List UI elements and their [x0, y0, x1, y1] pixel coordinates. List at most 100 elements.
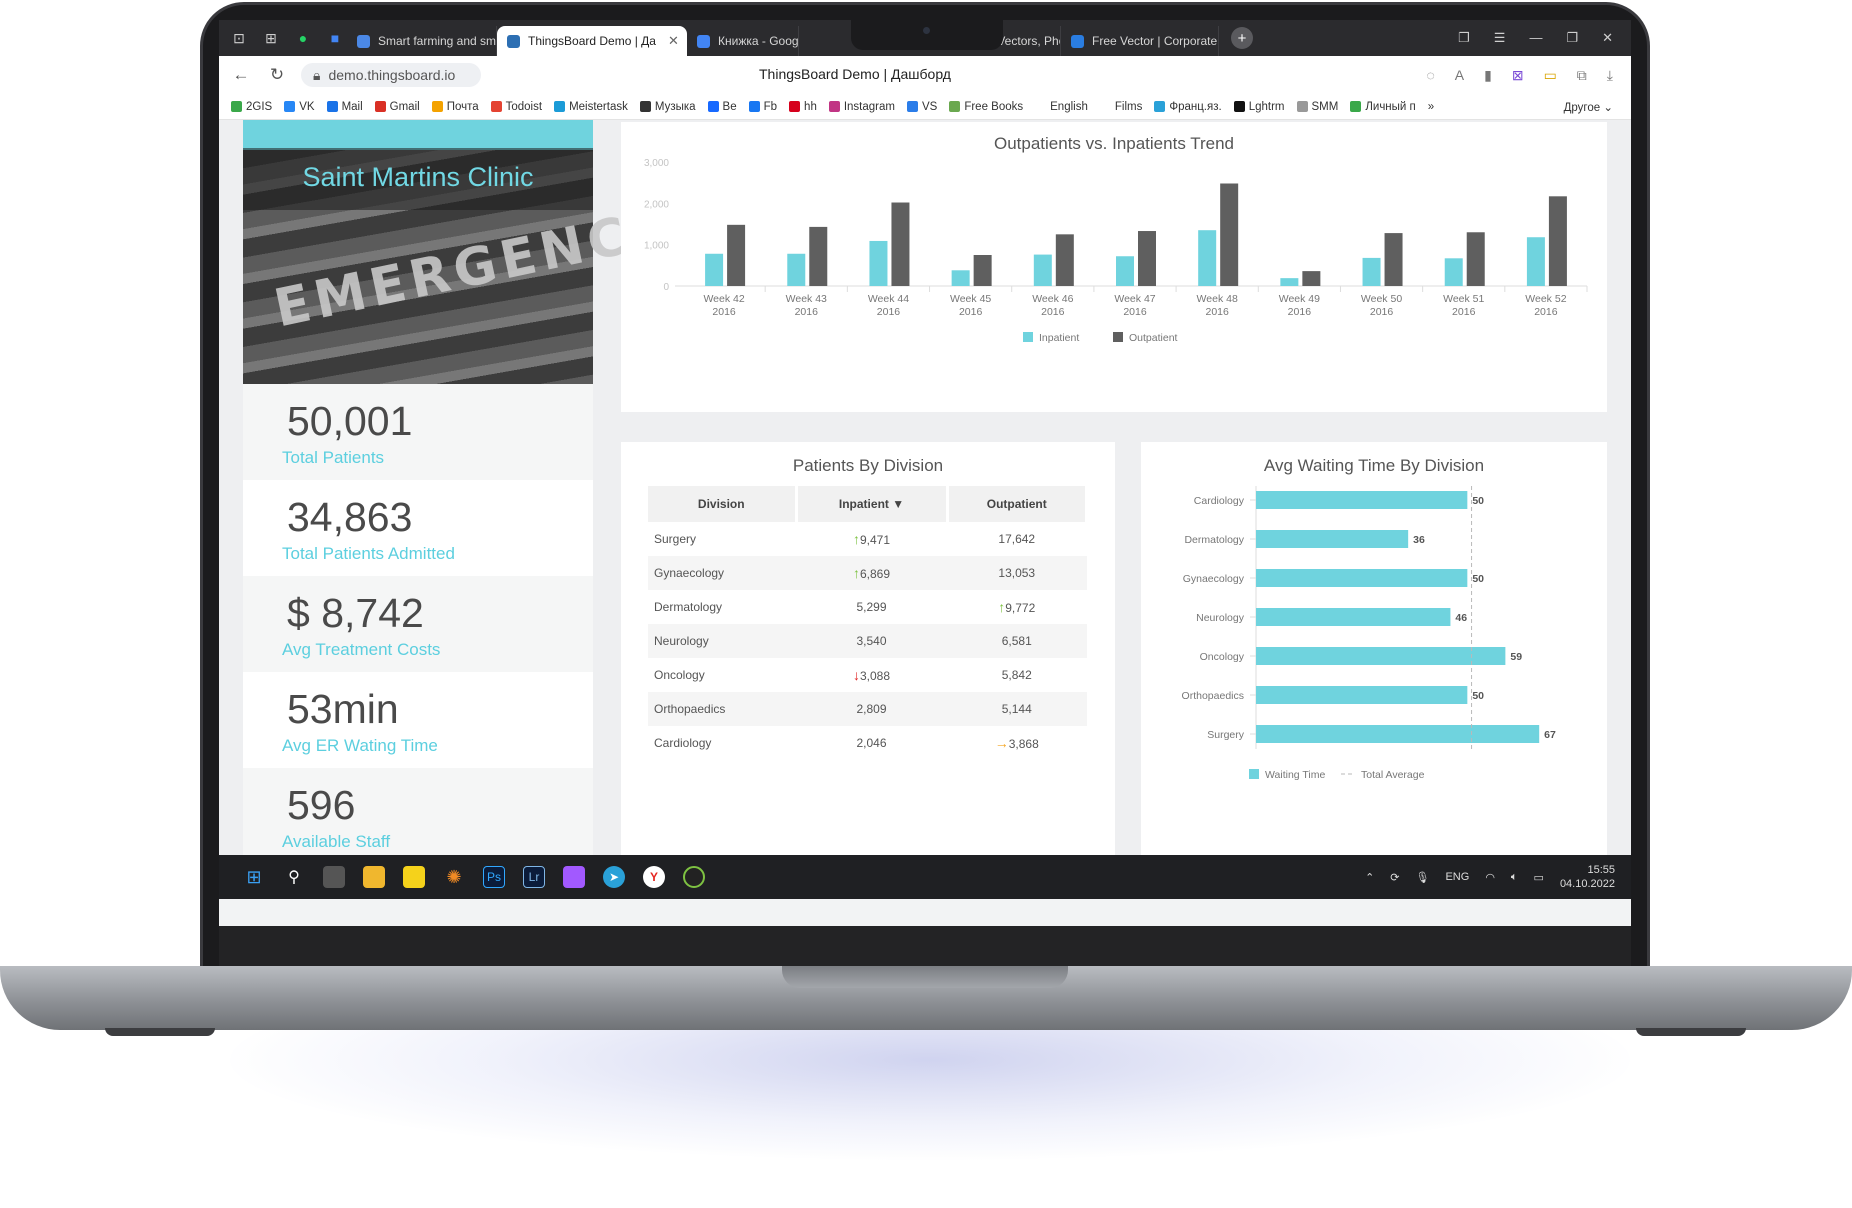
bookmark-item[interactable]: Почта [431, 101, 479, 113]
bar-inpatient[interactable] [1444, 258, 1463, 286]
bar-outpatient[interactable] [1138, 231, 1156, 286]
bar-outpatient[interactable] [727, 224, 746, 286]
screenshot-icon[interactable]: ⧉ [1577, 67, 1587, 84]
bar-inpatient[interactable] [787, 253, 806, 286]
bar-outpatient[interactable] [891, 202, 910, 286]
whatsapp-icon[interactable]: ● [291, 26, 315, 50]
bar-outpatient[interactable] [1302, 271, 1321, 286]
photoshop-icon[interactable]: Ps [483, 866, 505, 888]
url-field[interactable]: 🔒︎ demo.thingsboard.io [301, 63, 481, 87]
bookmark-item[interactable]: Музыка [639, 101, 696, 113]
column-header-inpatient[interactable]: Inpatient ▼ [796, 486, 949, 522]
browser-tab[interactable]: Книжка - Google [687, 26, 799, 56]
start-icon[interactable]: ⊞ [243, 866, 265, 888]
bookmark-item[interactable]: Instagram [828, 101, 895, 113]
search-icon[interactable]: ⚲ [283, 866, 305, 888]
bookmark-item[interactable]: VS [906, 101, 937, 113]
bar-waiting-time[interactable] [1256, 686, 1468, 704]
bookmark-item[interactable]: Личный п [1350, 101, 1416, 113]
bookmark-item[interactable]: Mail [326, 101, 363, 113]
bar-inpatient[interactable] [1526, 237, 1545, 286]
tab-manager-icon[interactable]: ⊡ [227, 26, 251, 50]
bookmark-item[interactable]: Free Books [949, 101, 1023, 113]
bar-waiting-time[interactable] [1256, 530, 1409, 548]
bar-inpatient[interactable] [705, 253, 724, 286]
bar-inpatient[interactable] [1033, 254, 1052, 286]
bar-waiting-time[interactable] [1256, 725, 1540, 743]
bookmark-item[interactable]: Be [707, 101, 737, 113]
bookmark-item[interactable]: Gmail [374, 101, 420, 113]
menu-icon[interactable]: ☰ [1494, 30, 1506, 46]
outpatient-cell-value: 17,642 [998, 532, 1036, 546]
more-bookmarks-icon[interactable]: » [1428, 101, 1434, 113]
collections-icon[interactable]: ❐ [1458, 30, 1470, 46]
bookmark-icon[interactable]: ▮ [1484, 67, 1492, 84]
yandex-browser-icon[interactable]: Y [643, 866, 665, 888]
bookmark-item[interactable]: Lghtrm [1233, 101, 1285, 113]
bookmark-item[interactable]: Meistertask [554, 101, 628, 113]
battery-extension-icon[interactable]: ▭ [1544, 67, 1557, 84]
bar-inpatient[interactable] [1362, 257, 1381, 286]
sticky-notes-icon[interactable] [403, 866, 425, 888]
translate-icon[interactable]: A [1455, 67, 1464, 84]
bar-waiting-time[interactable] [1256, 647, 1506, 665]
app-sun-icon[interactable]: ✺ [443, 866, 465, 888]
close-tab-icon[interactable]: ✕ [668, 33, 679, 49]
bar-outpatient[interactable] [973, 255, 992, 286]
tray-chevron-icon[interactable]: ⌃ [1365, 871, 1374, 884]
figma-icon[interactable] [563, 866, 585, 888]
bookmark-item[interactable]: 2GIS [231, 101, 272, 113]
file-explorer-icon[interactable] [363, 866, 385, 888]
bar-waiting-time[interactable] [1256, 569, 1468, 587]
bar-inpatient[interactable] [951, 270, 970, 286]
bar-waiting-time[interactable] [1256, 491, 1468, 509]
bookmark-item[interactable]: Франц.яз. [1154, 101, 1222, 113]
bar-inpatient[interactable] [1198, 230, 1217, 286]
bar-outpatient[interactable] [1055, 234, 1074, 286]
bookmark-item[interactable]: English [1035, 101, 1088, 113]
reload-icon[interactable]: ↻ [263, 65, 291, 85]
bookmark-item[interactable]: VK [284, 101, 315, 113]
restore-icon[interactable]: ❐ [1566, 30, 1578, 46]
bookmark-item[interactable]: hh [789, 101, 817, 113]
language-indicator[interactable]: ENG [1445, 871, 1469, 883]
wifi-icon[interactable]: ◠ [1485, 871, 1495, 884]
close-icon[interactable]: ✕ [1602, 30, 1613, 46]
microphone-icon[interactable]: 🎙︎ [1416, 871, 1430, 884]
lightroom-icon[interactable]: Lr [523, 866, 545, 888]
other-bookmarks[interactable]: Другое ⌄ [1564, 100, 1631, 114]
bar-waiting-time[interactable] [1256, 608, 1451, 626]
bookmark-item[interactable]: SMM [1296, 101, 1338, 113]
volume-icon[interactable]: 🔈︎ [1511, 871, 1518, 884]
bar-inpatient[interactable] [869, 240, 888, 286]
bookmark-item[interactable]: Fb [748, 101, 777, 113]
download-icon[interactable]: ⤓ [1607, 67, 1613, 84]
extension-icon[interactable]: ⊠ [1512, 67, 1524, 84]
bar-inpatient[interactable] [1116, 256, 1134, 286]
new-tab-button[interactable]: + [1231, 27, 1253, 49]
bar-outpatient[interactable] [1548, 196, 1567, 286]
minimize-icon[interactable]: — [1529, 30, 1542, 46]
reader-icon[interactable]: ◌ [1426, 67, 1434, 84]
bar-outpatient[interactable] [1220, 183, 1239, 286]
task-view-icon[interactable] [323, 866, 345, 888]
back-icon[interactable]: ← [227, 65, 255, 85]
telegram-icon[interactable]: ➤ [603, 866, 625, 888]
bookmark-item[interactable]: Todoist [490, 101, 542, 113]
column-header-division[interactable]: Division [648, 486, 798, 522]
bar-outpatient[interactable] [1466, 232, 1485, 286]
new-group-icon[interactable]: ⊞ [259, 26, 283, 50]
pen-app-icon[interactable] [683, 866, 705, 888]
browser-tab[interactable]: ThingsBoard Demo | Да ✕ [497, 26, 687, 56]
bar-inpatient[interactable] [1280, 278, 1299, 286]
bookmark-item[interactable]: Films [1099, 101, 1142, 113]
browser-tab[interactable]: Free Vector | Corporate con [1061, 26, 1219, 56]
clock[interactable]: 15:55 04.10.2022 [1560, 863, 1615, 891]
sync-icon[interactable]: ⟳ [1390, 871, 1399, 884]
bar-outpatient[interactable] [1384, 233, 1403, 286]
docs-icon[interactable]: ■ [323, 26, 347, 50]
bar-outpatient[interactable] [809, 226, 828, 286]
battery-icon[interactable]: ▭ [1534, 871, 1544, 884]
browser-tab[interactable]: Smart farming and smart a [347, 26, 497, 56]
column-header-outpatient[interactable]: Outpatient [947, 486, 1089, 522]
